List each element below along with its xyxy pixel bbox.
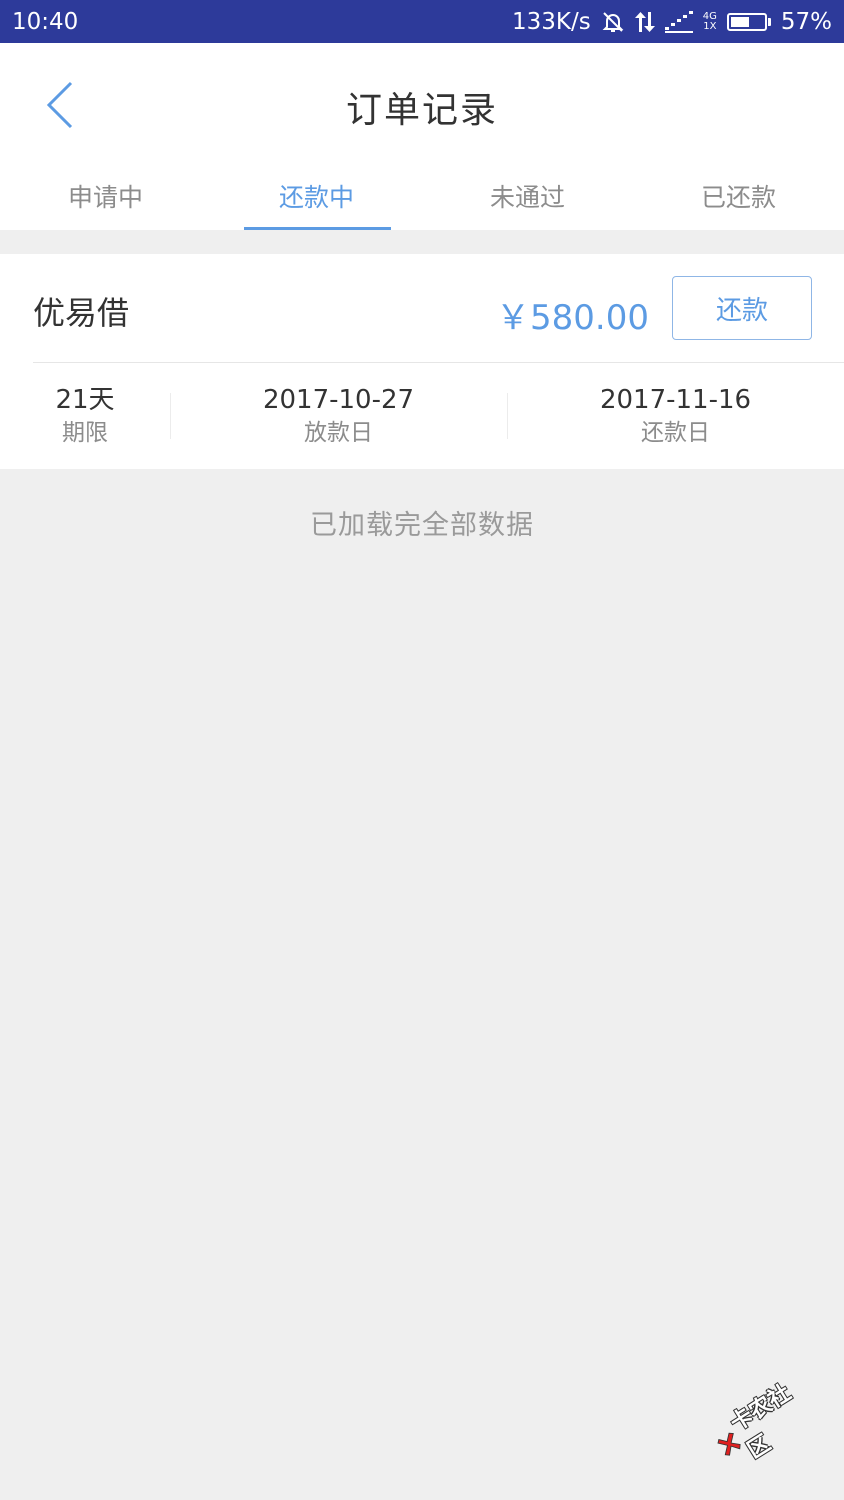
loan-amount: ￥580.00 <box>496 298 649 338</box>
tab-applying[interactable]: 申请中 <box>0 173 211 230</box>
order-details: 21天 期限 2017-10-27 放款日 2017-11-16 还款日 <box>0 363 844 469</box>
term-value: 21天 <box>55 385 115 415</box>
status-icons: 133K/s 4G 1X 57% <box>512 9 832 35</box>
battery-percent: 57% <box>780 8 832 35</box>
tab-rejected[interactable]: 未通过 <box>422 173 633 230</box>
term-label: 期限 <box>62 420 108 446</box>
network-type: 4G 1X <box>702 10 717 32</box>
loan-date-column: 2017-10-27 放款日 <box>170 363 507 469</box>
tab-repaying[interactable]: 还款中 <box>211 173 422 230</box>
lender-name: 优易借 <box>33 294 130 332</box>
loan-date-label: 放款日 <box>304 420 373 446</box>
signal-icon <box>664 10 693 33</box>
net-speed: 133K/s <box>512 8 591 35</box>
battery-icon <box>726 12 771 31</box>
due-date-value: 2017-11-16 <box>599 385 752 415</box>
loan-date-value: 2017-10-27 <box>262 385 415 415</box>
tab-repaid[interactable]: 已还款 <box>633 173 844 230</box>
due-date-column: 2017-11-16 还款日 <box>507 363 844 469</box>
term-column: 21天 期限 <box>0 363 170 469</box>
due-date-label: 还款日 <box>641 420 710 446</box>
status-bar: 10:40 133K/s 4G 1X 57% <box>0 0 844 43</box>
repay-button[interactable]: 还款 <box>672 276 812 340</box>
watermark: 卡农社区 <box>701 1368 823 1480</box>
data-transfer-icon <box>634 10 655 34</box>
list-end-text: 已加载完全部数据 <box>310 510 534 541</box>
status-time: 10:40 <box>12 8 79 35</box>
bell-muted-icon <box>601 10 625 34</box>
page-title: 订单记录 <box>345 90 498 131</box>
order-status-tabs: 申请中 还款中 未通过 已还款 <box>0 173 844 230</box>
order-card: 优易借 ￥580.00 还款 21天 期限 2017-10-27 放款日 201… <box>0 254 844 469</box>
app-header: 订单记录 申请中 还款中 未通过 已还款 <box>0 43 844 230</box>
